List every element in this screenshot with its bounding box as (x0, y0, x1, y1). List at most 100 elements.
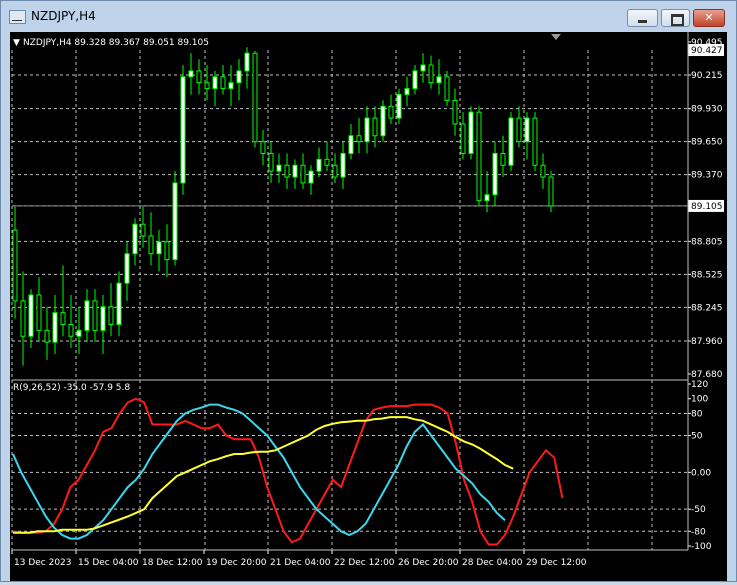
candle-body (532, 117, 538, 166)
candle-body (132, 223, 138, 255)
candle-body (404, 88, 410, 95)
time-tick-label: 13 Dec 2023 (14, 558, 72, 568)
time-tick-label: 18 Dec 12:00 (142, 558, 203, 568)
candle (92, 289, 98, 343)
candle (436, 59, 442, 95)
price-tick-label: 89.370 (691, 171, 723, 181)
candle-body (140, 223, 146, 237)
candle-body (324, 158, 330, 166)
candle (76, 306, 82, 354)
candle-body (284, 164, 290, 178)
candle (196, 59, 202, 95)
candle-body (68, 323, 74, 337)
candle (492, 141, 498, 207)
candle-body (172, 182, 178, 261)
candle (324, 141, 330, 172)
candle (396, 88, 402, 124)
candle (244, 47, 250, 89)
candle-body (548, 176, 554, 207)
osc-tick-label: -50 (691, 505, 706, 515)
minimize-icon (638, 20, 647, 23)
current-price-tag: 89.105 (688, 199, 724, 212)
osc-tick-label: -80 (691, 527, 706, 537)
candle-body (12, 229, 18, 302)
candle (460, 112, 466, 160)
candle (516, 106, 522, 148)
candle-body (484, 194, 490, 202)
close-icon: ✕ (704, 11, 714, 24)
candle-body (180, 76, 186, 184)
candle-body (244, 52, 250, 72)
price-tick-label: 87.960 (691, 337, 723, 347)
close-button[interactable]: ✕ (693, 9, 725, 27)
candle (420, 53, 426, 83)
osc-tick-label: 100 (691, 395, 708, 405)
candle (388, 94, 394, 124)
candle (116, 271, 122, 337)
candle (188, 53, 194, 95)
candle-body (492, 152, 498, 196)
price-tick-label: 88.245 (691, 303, 723, 313)
time-tick-label: 29 Dec 12:00 (526, 558, 587, 568)
osc-tick-label: -100 (691, 542, 712, 552)
chart-area[interactable]: 90.49590.21589.93089.65089.37089.10588.8… (10, 32, 727, 581)
candle-body (188, 70, 194, 78)
candle (252, 50, 258, 148)
candle-body (332, 164, 338, 178)
maximize-button[interactable] (661, 9, 690, 27)
candle-body (452, 99, 458, 125)
candle (204, 64, 210, 101)
candle (524, 112, 530, 160)
candle (156, 230, 162, 272)
minimize-button[interactable] (627, 9, 658, 27)
candle-body (316, 158, 322, 172)
candle-body (540, 164, 546, 178)
candle (260, 129, 266, 166)
time-tick-label: 22 Dec 12:00 (334, 558, 395, 568)
candle-body (52, 312, 58, 343)
candle-body (252, 52, 258, 143)
chart-window: NZDJPY,H4 ✕ 90.495 90.215 89.930 89.650 89.3… (0, 0, 737, 582)
candle (228, 64, 234, 107)
candle (476, 106, 482, 207)
candle (468, 106, 474, 160)
osc-tick-label: 50 (691, 432, 703, 442)
time-tick-label: 26 Dec 20:00 (398, 558, 459, 568)
chart-canvas[interactable]: 90.49590.21589.93089.65089.37089.10588.8… (10, 32, 727, 581)
candle (172, 171, 178, 266)
candle (308, 165, 314, 195)
candle (276, 153, 282, 183)
candle-body (340, 152, 346, 178)
osc-tick-label: 0.00 (691, 468, 711, 478)
candle-body (100, 306, 106, 331)
candle-body (268, 152, 274, 172)
price-tick-label: 88.805 (691, 237, 723, 247)
candles (12, 47, 554, 366)
candle (508, 112, 514, 172)
candle-body (92, 300, 98, 331)
candle (404, 76, 410, 107)
symbol-info: NZDJPY,H4 89.328 89.367 89.051 89.105 (23, 38, 209, 48)
price-tick-label: 90.215 (691, 71, 723, 81)
title-bar[interactable]: NZDJPY,H4 ✕ (1, 1, 736, 31)
candle (452, 88, 458, 136)
time-tick-label: 21 Dec 04:00 (270, 558, 331, 568)
candle-body (396, 93, 402, 119)
candle (300, 153, 306, 189)
candle-body (436, 76, 442, 84)
price-tick-label: 87.680 (691, 370, 723, 380)
candle (52, 294, 58, 354)
osc-tick-label: 80 (691, 409, 703, 419)
shift-marker-icon[interactable] (551, 34, 561, 40)
candle-body (300, 164, 306, 184)
header-arrow-icon[interactable]: ▼ (13, 38, 20, 48)
candle-body (516, 117, 522, 143)
candle (236, 59, 242, 101)
candle-body (508, 117, 514, 166)
candle-body (44, 329, 50, 343)
candle (548, 171, 554, 213)
candle (532, 112, 538, 172)
candle-body (156, 241, 162, 255)
candle-body (148, 235, 154, 255)
candle-body (292, 164, 298, 178)
